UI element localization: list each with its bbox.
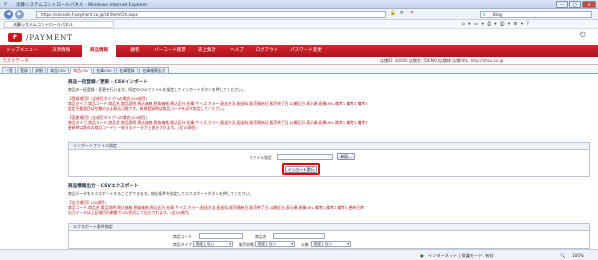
tab-list[interactable]: 一覧 (2, 67, 16, 74)
search-engine-label: Bing (493, 12, 502, 17)
browse-button[interactable]: 参照... (337, 153, 355, 160)
code-input[interactable] (199, 233, 243, 239)
tab-product-csv-1[interactable]: 商品CSV (47, 67, 69, 74)
name-label: 商品名 (255, 234, 267, 239)
nav-payment[interactable]: 決済情報 (44, 45, 78, 57)
publish-select-value: 指定しない (314, 242, 332, 246)
import-title: 商品一括登録／更新 - CSVインポート (68, 80, 148, 85)
brand-name: /PAYMENT (26, 34, 73, 42)
window-title: 決算システムコントロールパネル - Windows Internet Explo… (16, 3, 148, 8)
fpayment-logo-icon: F (8, 33, 22, 42)
tab-stock-register[interactable]: 在庫登録 (116, 67, 138, 74)
nav-barcode[interactable]: バーコード帳票 (150, 45, 190, 57)
import-file-box: インポートファイル指定 ファイル指定 参照... インポート実行 (68, 142, 590, 177)
file-path-input[interactable] (277, 154, 333, 160)
forward-button[interactable]: ▶ (15, 10, 24, 19)
import-file-box-header: インポートファイル指定 (69, 143, 589, 150)
favorites-bar: 決算システムコントロールパネル ⌂ ▾ ▭ ▾ ⎙ ▾ ⓟ ▾ ⚙ ▾ ? (0, 20, 598, 29)
search-input[interactable]: b Bing (480, 11, 592, 18)
export-desc: 商品データをエクスポートすることができます。抽出条件を指定してエクスポートボタン… (68, 191, 254, 196)
file-label: ファイル指定 (249, 155, 272, 160)
status-bar: ● インターネット | 保護モード: 有効 🔍 100% (0, 249, 598, 260)
import-desc: 商品の一括登録・変更を行います。所定のCSVファイルを指定してインポートボタンを… (68, 87, 246, 92)
browser-window: e 決算システムコントロールパネル - Windows Internet Exp… (0, 0, 598, 260)
stop-icon[interactable]: ✕ (410, 11, 414, 16)
sale-label: 販売状態 (239, 242, 255, 247)
close-window-button[interactable]: ✕ (582, 1, 596, 8)
highlight-annotation (282, 163, 320, 175)
nav-help[interactable]: ヘルプ (226, 45, 248, 57)
ie-icon: e (4, 1, 8, 7)
brand-bar (0, 29, 598, 44)
publish-label: 公開 (301, 242, 309, 247)
export-condition-box: エクスポート条件指定 商品コード 商品名 商品タイプ 指定しない ▾ 販売状態 … (68, 223, 590, 249)
tab-detail[interactable]: 詳細 (32, 67, 46, 74)
chevron-down-icon: ▾ (291, 242, 293, 246)
tab-stock-csv[interactable]: 在庫CSV (93, 67, 115, 74)
command-bar-icons[interactable]: ⌂ ▾ ▭ ▾ ⎙ ▾ ⓟ ▾ ⚙ ▾ ? (462, 21, 530, 27)
tab-product-csv-2[interactable]: 商品CSV (70, 67, 92, 74)
power-icon[interactable]: ⏻ (580, 31, 586, 40)
page-subtitle: ラスクデータ (2, 59, 29, 64)
security-zone: インターネット | 保護モード: 有効 (428, 253, 494, 258)
nav-logout[interactable]: ログアウト (252, 45, 282, 57)
chevron-down-icon: ▾ (229, 242, 231, 246)
export-title: 商品情報出力 - CSVエクスポート (68, 184, 139, 189)
zoom-level[interactable]: 100% (572, 253, 584, 258)
chevron-down-icon: ▾ (347, 242, 349, 246)
window-titlebar: e 決算システムコントロールパネル - Windows Internet Exp… (0, 0, 598, 9)
maximize-button[interactable]: □ (569, 1, 581, 8)
address-bar-row: ◀ ▶ https://console.f-payment.co.jp/ctr/… (0, 9, 598, 20)
globe-icon: ● (420, 253, 424, 258)
page-header-row (0, 57, 598, 65)
type-select-value: 指定しない (196, 242, 214, 246)
address-input[interactable]: https://console.f-payment.co.jp/ctr/Item… (36, 11, 386, 18)
code-label: 商品コード (173, 234, 192, 239)
nav-top-menu[interactable]: トップメニュー (2, 45, 42, 57)
main-content: 商品一括登録／更新 - CSVインポート 商品の一括登録・変更を行います。所定の… (0, 75, 598, 249)
shop-info: 店舗ID: 30000 店舗名: [DEMO]店舗様 店舗URL: http:/… (380, 58, 504, 63)
tab-register[interactable]: 登録 (17, 67, 31, 74)
export-box-header: エクスポート条件指定 (69, 224, 589, 231)
back-button[interactable]: ◀ (4, 10, 13, 19)
publish-select[interactable]: 指定しない ▾ (311, 241, 351, 247)
nav-customer[interactable]: 顧客 (122, 45, 148, 57)
nav-password[interactable]: パスワード変更 (286, 45, 326, 57)
browser-tab-label: 決算システムコントロールパネル (13, 22, 73, 27)
refresh-icon[interactable]: ⟳ (400, 11, 404, 16)
tab-stock-report[interactable]: 在庫帳票出力 (139, 67, 169, 74)
sale-select-value: 指定しない (258, 242, 276, 246)
zoom-icon[interactable]: 🔍 (560, 253, 565, 259)
name-input[interactable] (273, 233, 325, 239)
update-items-line2: 更新時は既存の商品コードと一致するデータが上書きされます。(全10項目) (68, 125, 197, 130)
sale-select[interactable]: 指定しない ▾ (255, 241, 295, 247)
export-items-line2: 出力データは上記項目の順番でCSV形式にて出力されます。(全20項目) (68, 210, 190, 215)
main-nav: トップメニュー 決済情報 商品情報 顧客 バーコード帳票 売上集計 ヘルプ ログ… (0, 45, 598, 57)
new-items-line2: 設定不要項目は空欄のまま取込可能です。新規登録時は商品コードを必ず設定してくださ… (68, 106, 227, 111)
browser-tab[interactable]: 決算システムコントロールパネル (4, 21, 114, 28)
nav-sales[interactable]: 売上集計 (190, 45, 224, 57)
type-label: 商品タイプ (173, 242, 192, 247)
minimize-button[interactable]: — (556, 1, 568, 8)
nav-product[interactable]: 商品情報 (82, 45, 116, 57)
type-select[interactable]: 指定しない ▾ (193, 241, 233, 247)
lock-icon[interactable]: 🔒 (390, 11, 396, 16)
bing-icon: b (483, 12, 486, 17)
